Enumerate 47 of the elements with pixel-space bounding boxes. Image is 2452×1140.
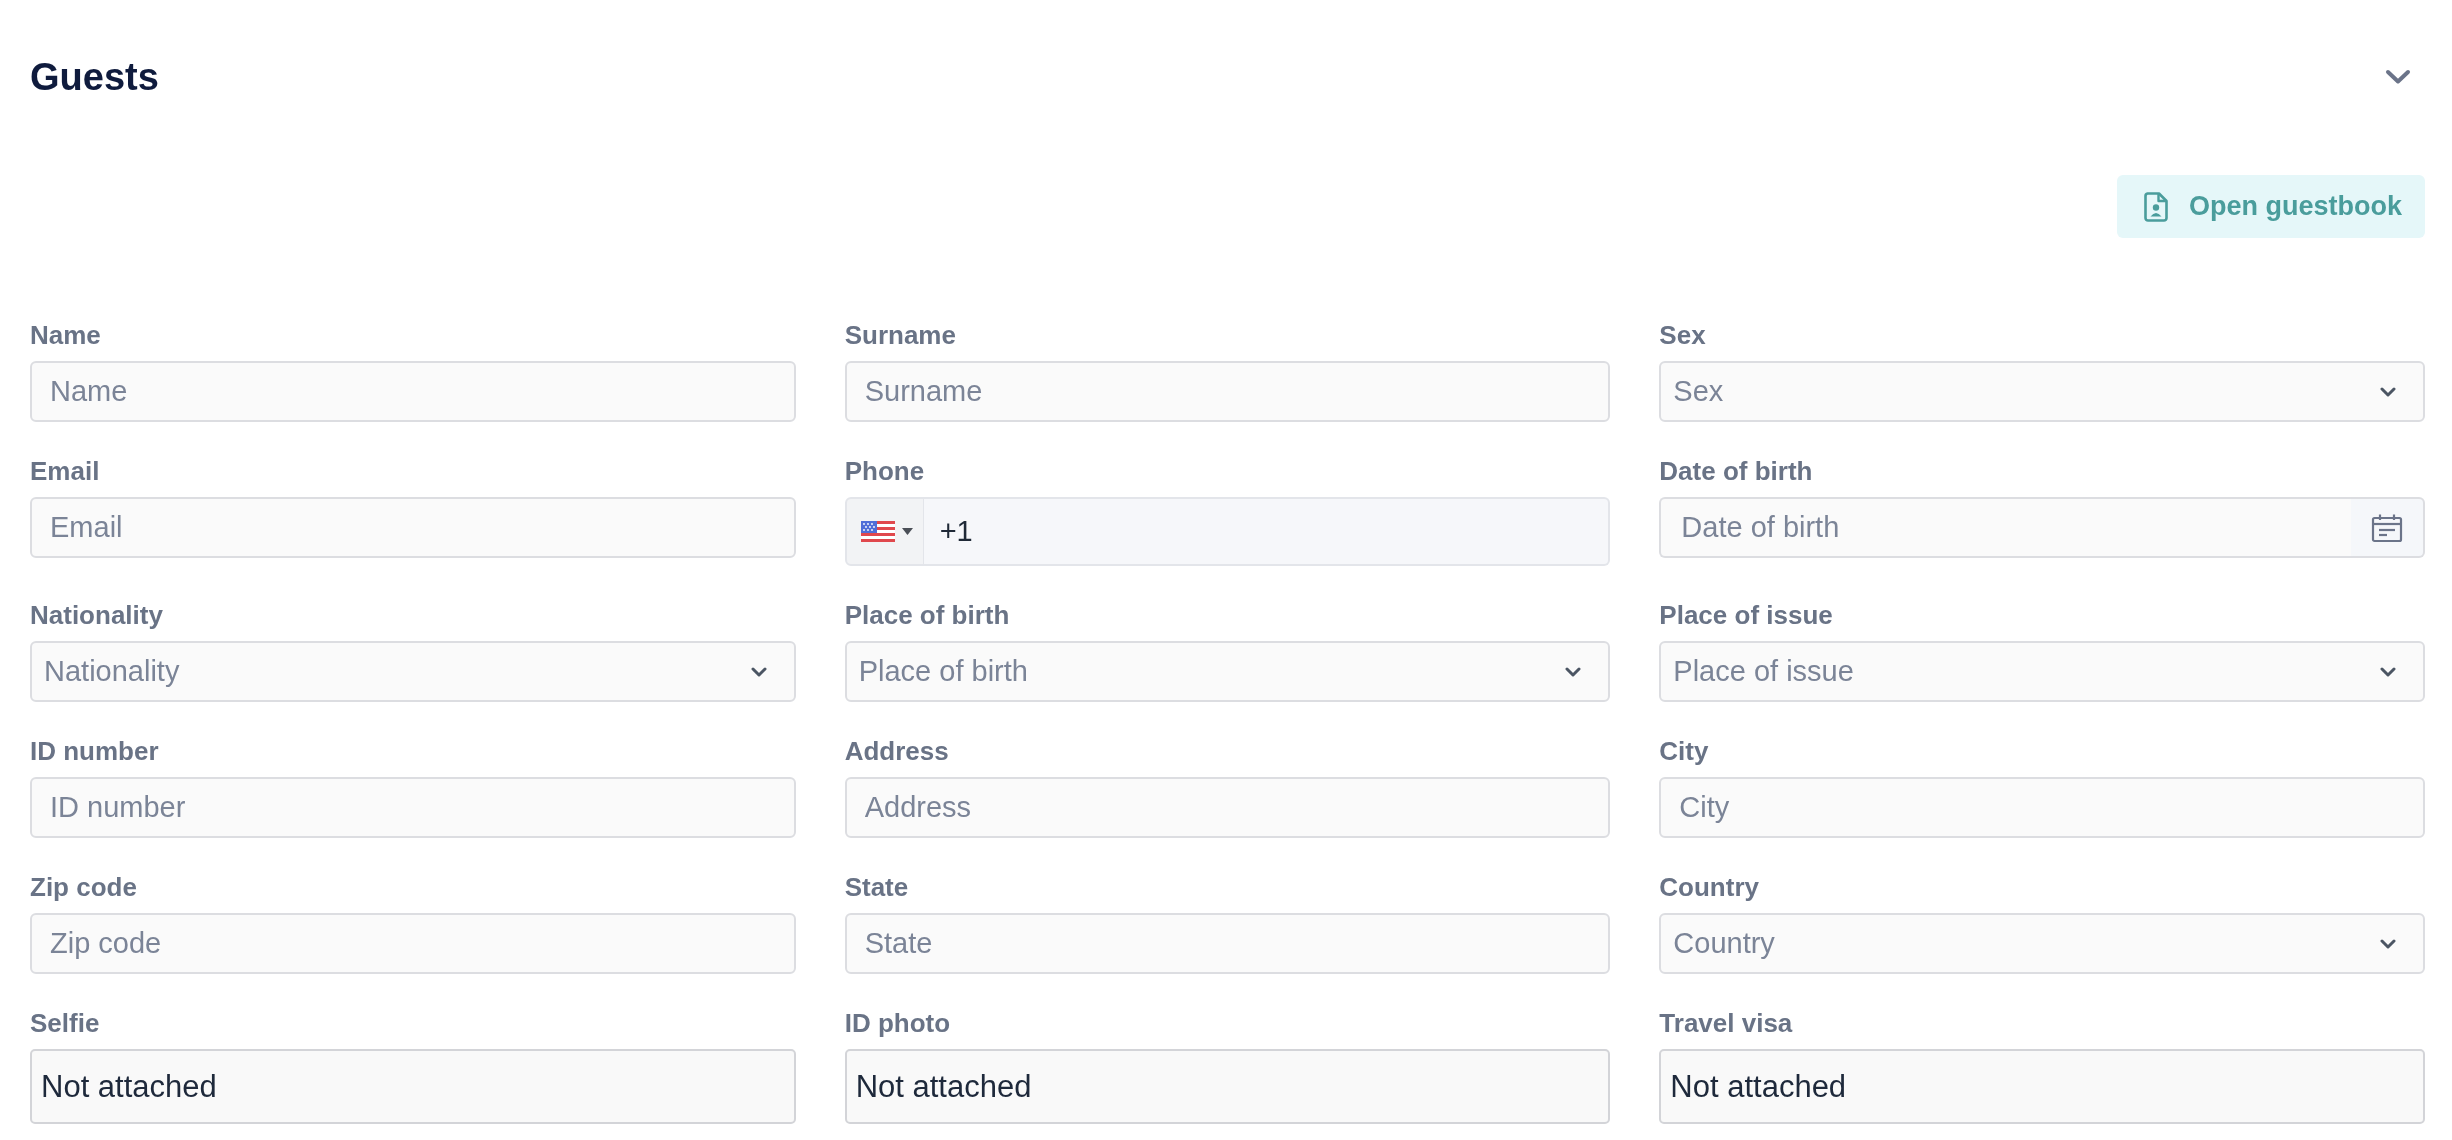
dropdown-field[interactable]: Nationality [30, 641, 796, 702]
field-label: Nationality [30, 600, 163, 630]
dropdown-field[interactable]: Country [1659, 913, 2425, 974]
attachment-field[interactable]: Not attached [30, 1049, 796, 1124]
phone-input[interactable]: +1 [923, 497, 1611, 566]
field-label: City [1659, 736, 1709, 766]
field-label: Sex [1659, 320, 1706, 350]
document-user-icon [2144, 191, 2168, 222]
field-label: Place of birth [844, 600, 1010, 630]
caret-down-icon [901, 528, 913, 535]
text-input-field[interactable]: Name [30, 361, 796, 422]
attachment-field[interactable]: Not attached [844, 1049, 1611, 1124]
chevron-down-icon [750, 666, 767, 677]
field-label: Email [30, 456, 100, 486]
field-label: Zip code [30, 872, 137, 902]
field-label: State [844, 872, 909, 902]
flag-icon [860, 521, 895, 542]
dropdown-field[interactable]: Place of birth [844, 641, 1611, 702]
text-input-field[interactable]: State [844, 913, 1611, 974]
country-code-dropdown[interactable] [844, 497, 924, 566]
field-label: Phone [844, 456, 925, 486]
attachment-field[interactable]: Not attached [1659, 1049, 2425, 1124]
text-input-field[interactable]: City [1659, 777, 2425, 838]
chevron-down-icon[interactable] [2385, 69, 2411, 85]
field-label: Date of birth [1659, 456, 1813, 486]
field-label: Travel visa [1659, 1008, 1793, 1038]
field-label: Name [30, 320, 101, 350]
text-input-field[interactable]: Email [30, 497, 796, 558]
chevron-down-icon [2380, 386, 2396, 397]
text-input-field[interactable]: ID number [30, 777, 796, 838]
text-input-field[interactable]: Zip code [30, 913, 796, 974]
dropdown-field[interactable]: Sex [1659, 361, 2425, 422]
chevron-down-icon [2380, 666, 2396, 677]
section-title: Guests [30, 55, 159, 100]
text-input-field[interactable]: Surname [844, 361, 1611, 422]
open-guestbook-button[interactable]: Open guestbook [2117, 175, 2425, 238]
dropdown-field[interactable]: Place of issue [1659, 641, 2425, 702]
field-label: Surname [844, 320, 956, 350]
field-label: Selfie [30, 1008, 100, 1038]
chevron-down-icon [1565, 666, 1582, 677]
text-input-field[interactable]: Address [844, 777, 1611, 838]
field-label: ID number [30, 736, 159, 766]
field-label: Country [1659, 872, 1759, 902]
field-label: Place of issue [1659, 600, 1833, 630]
field-label: ID photo [844, 1008, 951, 1038]
field-label: Address [844, 736, 949, 766]
chevron-down-icon [2380, 938, 2396, 949]
